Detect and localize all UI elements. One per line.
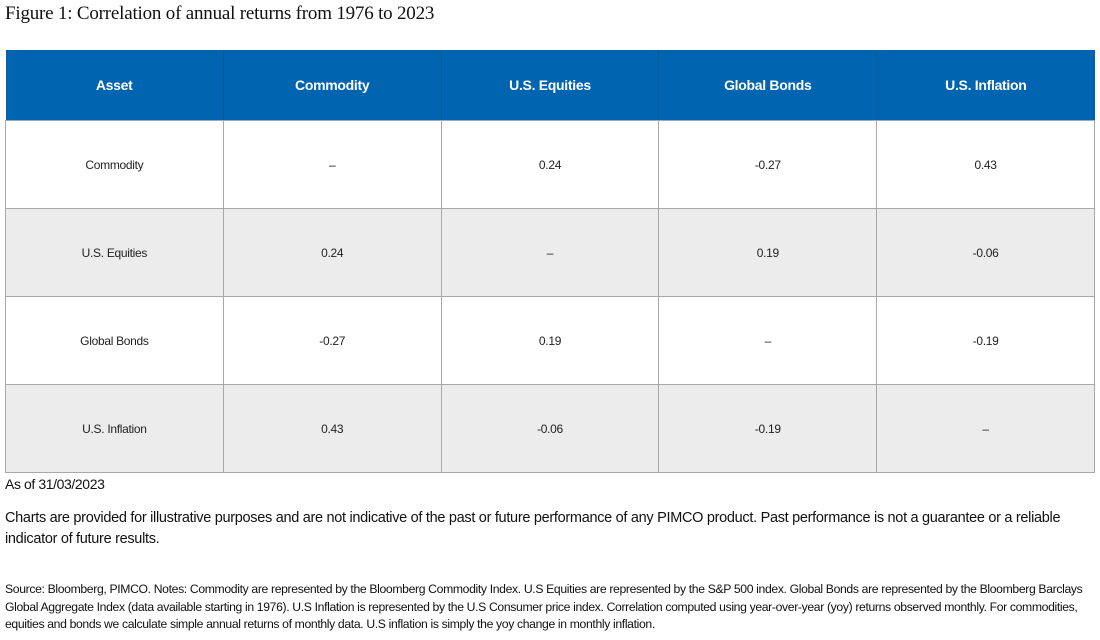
correlation-table: Asset Commodity U.S. Equities Global Bon… [5,50,1095,473]
figure-title: Figure 1: Correlation of annual returns … [5,3,435,24]
table-cell: -0.19 [876,296,1095,385]
source-notes: Source: Bloomberg, PIMCO. Notes: Commodi… [5,582,1083,631]
row-label: U.S. Equities [5,208,224,297]
table-cell: -0.06 [876,208,1095,297]
column-header-asset: Asset [5,50,224,121]
table-cell: -0.27 [658,120,878,209]
as-of-date: As of 31/03/2023 [5,476,105,492]
disclaimer-text: Charts are provided for illustrative pur… [5,510,1061,547]
table-cell: 0.19 [658,208,878,297]
table-cell: – [222,120,442,209]
row-label: U.S. Inflation [5,384,224,473]
table-cell: 0.19 [440,296,660,385]
table-cell: 0.43 [876,120,1095,209]
table-row: Commodity – 0.24 -0.27 0.43 [5,120,1095,209]
table-cell: – [876,384,1095,473]
table-cell: – [658,296,878,385]
column-header-us-equities: U.S. Equities [441,50,660,121]
row-label: Global Bonds [5,296,224,385]
column-header-us-inflation: U.S. Inflation [876,50,1095,121]
table-cell: -0.19 [658,384,878,473]
table-row: U.S. Inflation 0.43 -0.06 -0.19 – [5,384,1095,473]
table-cell: 0.24 [222,208,442,297]
table-header-row: Asset Commodity U.S. Equities Global Bon… [5,50,1095,121]
table-row: U.S. Equities 0.24 – 0.19 -0.06 [5,208,1095,297]
column-header-commodity: Commodity [223,50,442,121]
table-cell: – [440,208,660,297]
table-row: Global Bonds -0.27 0.19 – -0.19 [5,296,1095,385]
table-cell: 0.43 [222,384,442,473]
column-header-global-bonds: Global Bonds [658,50,878,121]
table-cell: 0.24 [440,120,660,209]
table-cell: -0.06 [440,384,660,473]
table-cell: -0.27 [222,296,442,385]
row-label: Commodity [5,120,224,209]
